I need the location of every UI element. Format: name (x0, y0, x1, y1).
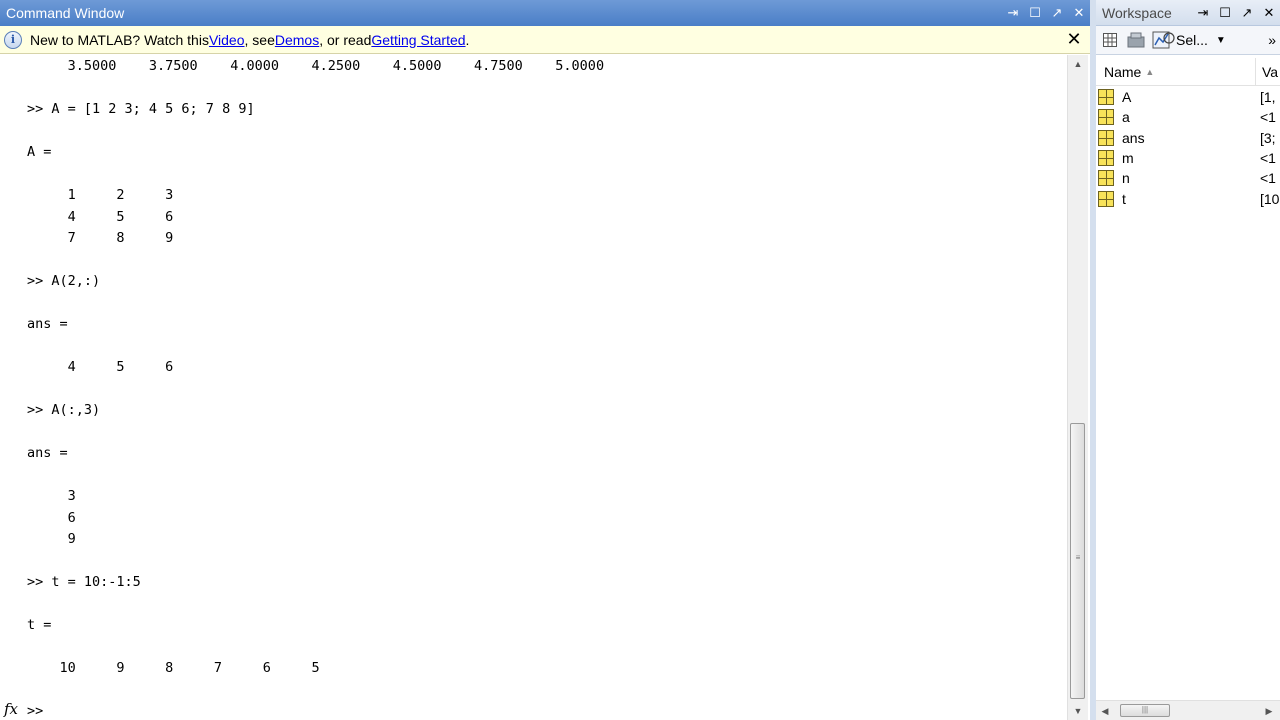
scroll-down-arrow-icon[interactable]: ▼ (1068, 702, 1088, 720)
workspace-variable-row[interactable]: a <1 (1096, 107, 1280, 127)
workspace-title: Workspace (1102, 4, 1172, 21)
output-line: 3 (27, 488, 76, 504)
output-line: >> (27, 703, 52, 719)
getting-started-notice: i New to MATLAB? Watch this Video , see … (0, 26, 1090, 54)
scroll-up-arrow-icon[interactable]: ▲ (1068, 55, 1088, 73)
grip-icon: ≡ (1075, 553, 1081, 562)
variable-name: t (1122, 190, 1126, 207)
more-tools-icon[interactable]: » (1268, 32, 1276, 48)
workspace-variable-row[interactable]: t [10 (1096, 189, 1280, 209)
output-line: t = (27, 617, 52, 633)
dropdown-arrow-icon: ▼ (1215, 34, 1226, 46)
undock-icon[interactable]: ⇥ (1002, 2, 1024, 24)
output-line: ans = (27, 316, 68, 332)
sort-ascending-icon: ▲ (1145, 66, 1155, 77)
workspace-variable-row[interactable]: A [1, (1096, 87, 1280, 107)
minimize-icon[interactable]: ↗ (1046, 2, 1068, 24)
import-data-icon[interactable] (1124, 29, 1148, 51)
horizontal-scrollbar[interactable]: ◀ ||| ▶ (1096, 700, 1280, 720)
workspace-variable-row[interactable]: ans [3; (1096, 128, 1280, 148)
variable-icon (1098, 149, 1114, 166)
command-output[interactable]: 3.5000 3.7500 4.0000 4.2500 4.5000 4.750… (0, 55, 1066, 720)
workspace-variable-row[interactable]: m <1 (1096, 148, 1280, 168)
new-variable-icon[interactable] (1098, 29, 1122, 51)
output-line: 9 (27, 531, 76, 547)
name-column-label: Name (1104, 63, 1142, 80)
minimize-icon[interactable]: ↗ (1236, 2, 1258, 24)
output-line: 4 5 6 (27, 359, 174, 375)
workspace-table-header: Name ▲ Va (1096, 58, 1280, 86)
output-line: 4 5 6 (27, 208, 174, 225)
variable-value: <1 (1260, 170, 1276, 187)
variable-value: [1, (1260, 89, 1276, 105)
output-line: >> A(:,3) (27, 402, 101, 418)
output-line: >> t = 10:-1:5 (27, 574, 141, 590)
output-line: >> A(2,:) (27, 273, 101, 289)
notice-text-mid1: , see (244, 31, 275, 48)
notice-text-mid2: , or read (319, 31, 372, 48)
variable-value: <1 (1260, 109, 1276, 126)
close-notice-icon[interactable]: ✕ (1064, 29, 1084, 50)
video-link[interactable]: Video (209, 32, 245, 48)
workspace-window: Workspace ⇥ ☐ ↗ ✕ Sel... ▼ » Name ▲ Va A… (1096, 0, 1280, 720)
output-line: 6 (27, 509, 76, 526)
fx-icon[interactable]: fx (4, 700, 18, 718)
undock-icon[interactable]: ⇥ (1192, 2, 1214, 24)
workspace-title-bar: Workspace ⇥ ☐ ↗ ✕ (1096, 0, 1280, 26)
maximize-icon[interactable]: ☐ (1024, 2, 1046, 24)
output-line: ans = (27, 445, 68, 461)
plot-selection-icon (1152, 31, 1175, 49)
scrollbar-thumb[interactable]: ||| (1120, 704, 1170, 717)
variable-icon (1098, 190, 1114, 207)
variable-icon (1098, 89, 1114, 105)
maximize-icon[interactable]: ☐ (1214, 2, 1236, 24)
variable-value: [10 (1260, 190, 1280, 207)
variable-name: n (1122, 170, 1130, 187)
close-icon[interactable]: ✕ (1068, 2, 1090, 24)
output-line: 1 2 3 (27, 187, 174, 203)
output-line: 3.5000 3.7500 4.0000 4.2500 4.5000 4.750… (27, 58, 605, 74)
output-line: >> A = [1 2 3; 4 5 6; 7 8 9] (27, 101, 255, 117)
output-line: 7 8 9 (27, 230, 174, 246)
command-window: Command Window ⇥ ☐ ↗ ✕ i New to MATLAB? … (0, 0, 1091, 720)
variable-icon (1098, 109, 1114, 126)
notice-text-suffix: . (465, 31, 470, 48)
variable-value: <1 (1260, 149, 1276, 166)
scroll-left-arrow-icon[interactable]: ◀ (1096, 702, 1114, 720)
variable-icon (1098, 129, 1114, 146)
variable-name: A (1122, 89, 1132, 105)
close-icon[interactable]: ✕ (1258, 2, 1280, 24)
output-line: 10 9 8 7 6 5 (27, 660, 320, 676)
workspace-variable-row[interactable]: n <1 (1096, 168, 1280, 188)
vertical-scrollbar[interactable]: ▲ ≡ ▼ (1067, 55, 1088, 720)
demos-link[interactable]: Demos (275, 32, 319, 48)
value-column-header[interactable]: Va (1256, 64, 1278, 80)
notice-text-prefix: New to MATLAB? Watch this (30, 31, 209, 48)
workspace-toolbar: Sel... ▼ » (1096, 26, 1280, 55)
command-window-title: Command Window (6, 5, 125, 21)
variable-name: a (1122, 109, 1130, 126)
scroll-right-arrow-icon[interactable]: ▶ (1260, 702, 1278, 720)
command-window-title-bar: Command Window ⇥ ☐ ↗ ✕ (0, 0, 1090, 26)
info-icon: i (4, 30, 22, 49)
variable-icon (1098, 170, 1114, 187)
variable-name: ans (1122, 129, 1145, 146)
output-line: A = (27, 144, 52, 160)
plot-selection-label: Sel... (1176, 32, 1208, 48)
variable-value: [3; (1260, 129, 1276, 146)
plot-selection-dropdown[interactable]: Sel... ▼ (1152, 30, 1226, 50)
name-column-header[interactable]: Name ▲ (1096, 58, 1256, 85)
scrollbar-thumb[interactable]: ≡ (1070, 423, 1085, 699)
getting-started-link[interactable]: Getting Started (371, 32, 465, 48)
variable-name: m (1122, 149, 1134, 166)
